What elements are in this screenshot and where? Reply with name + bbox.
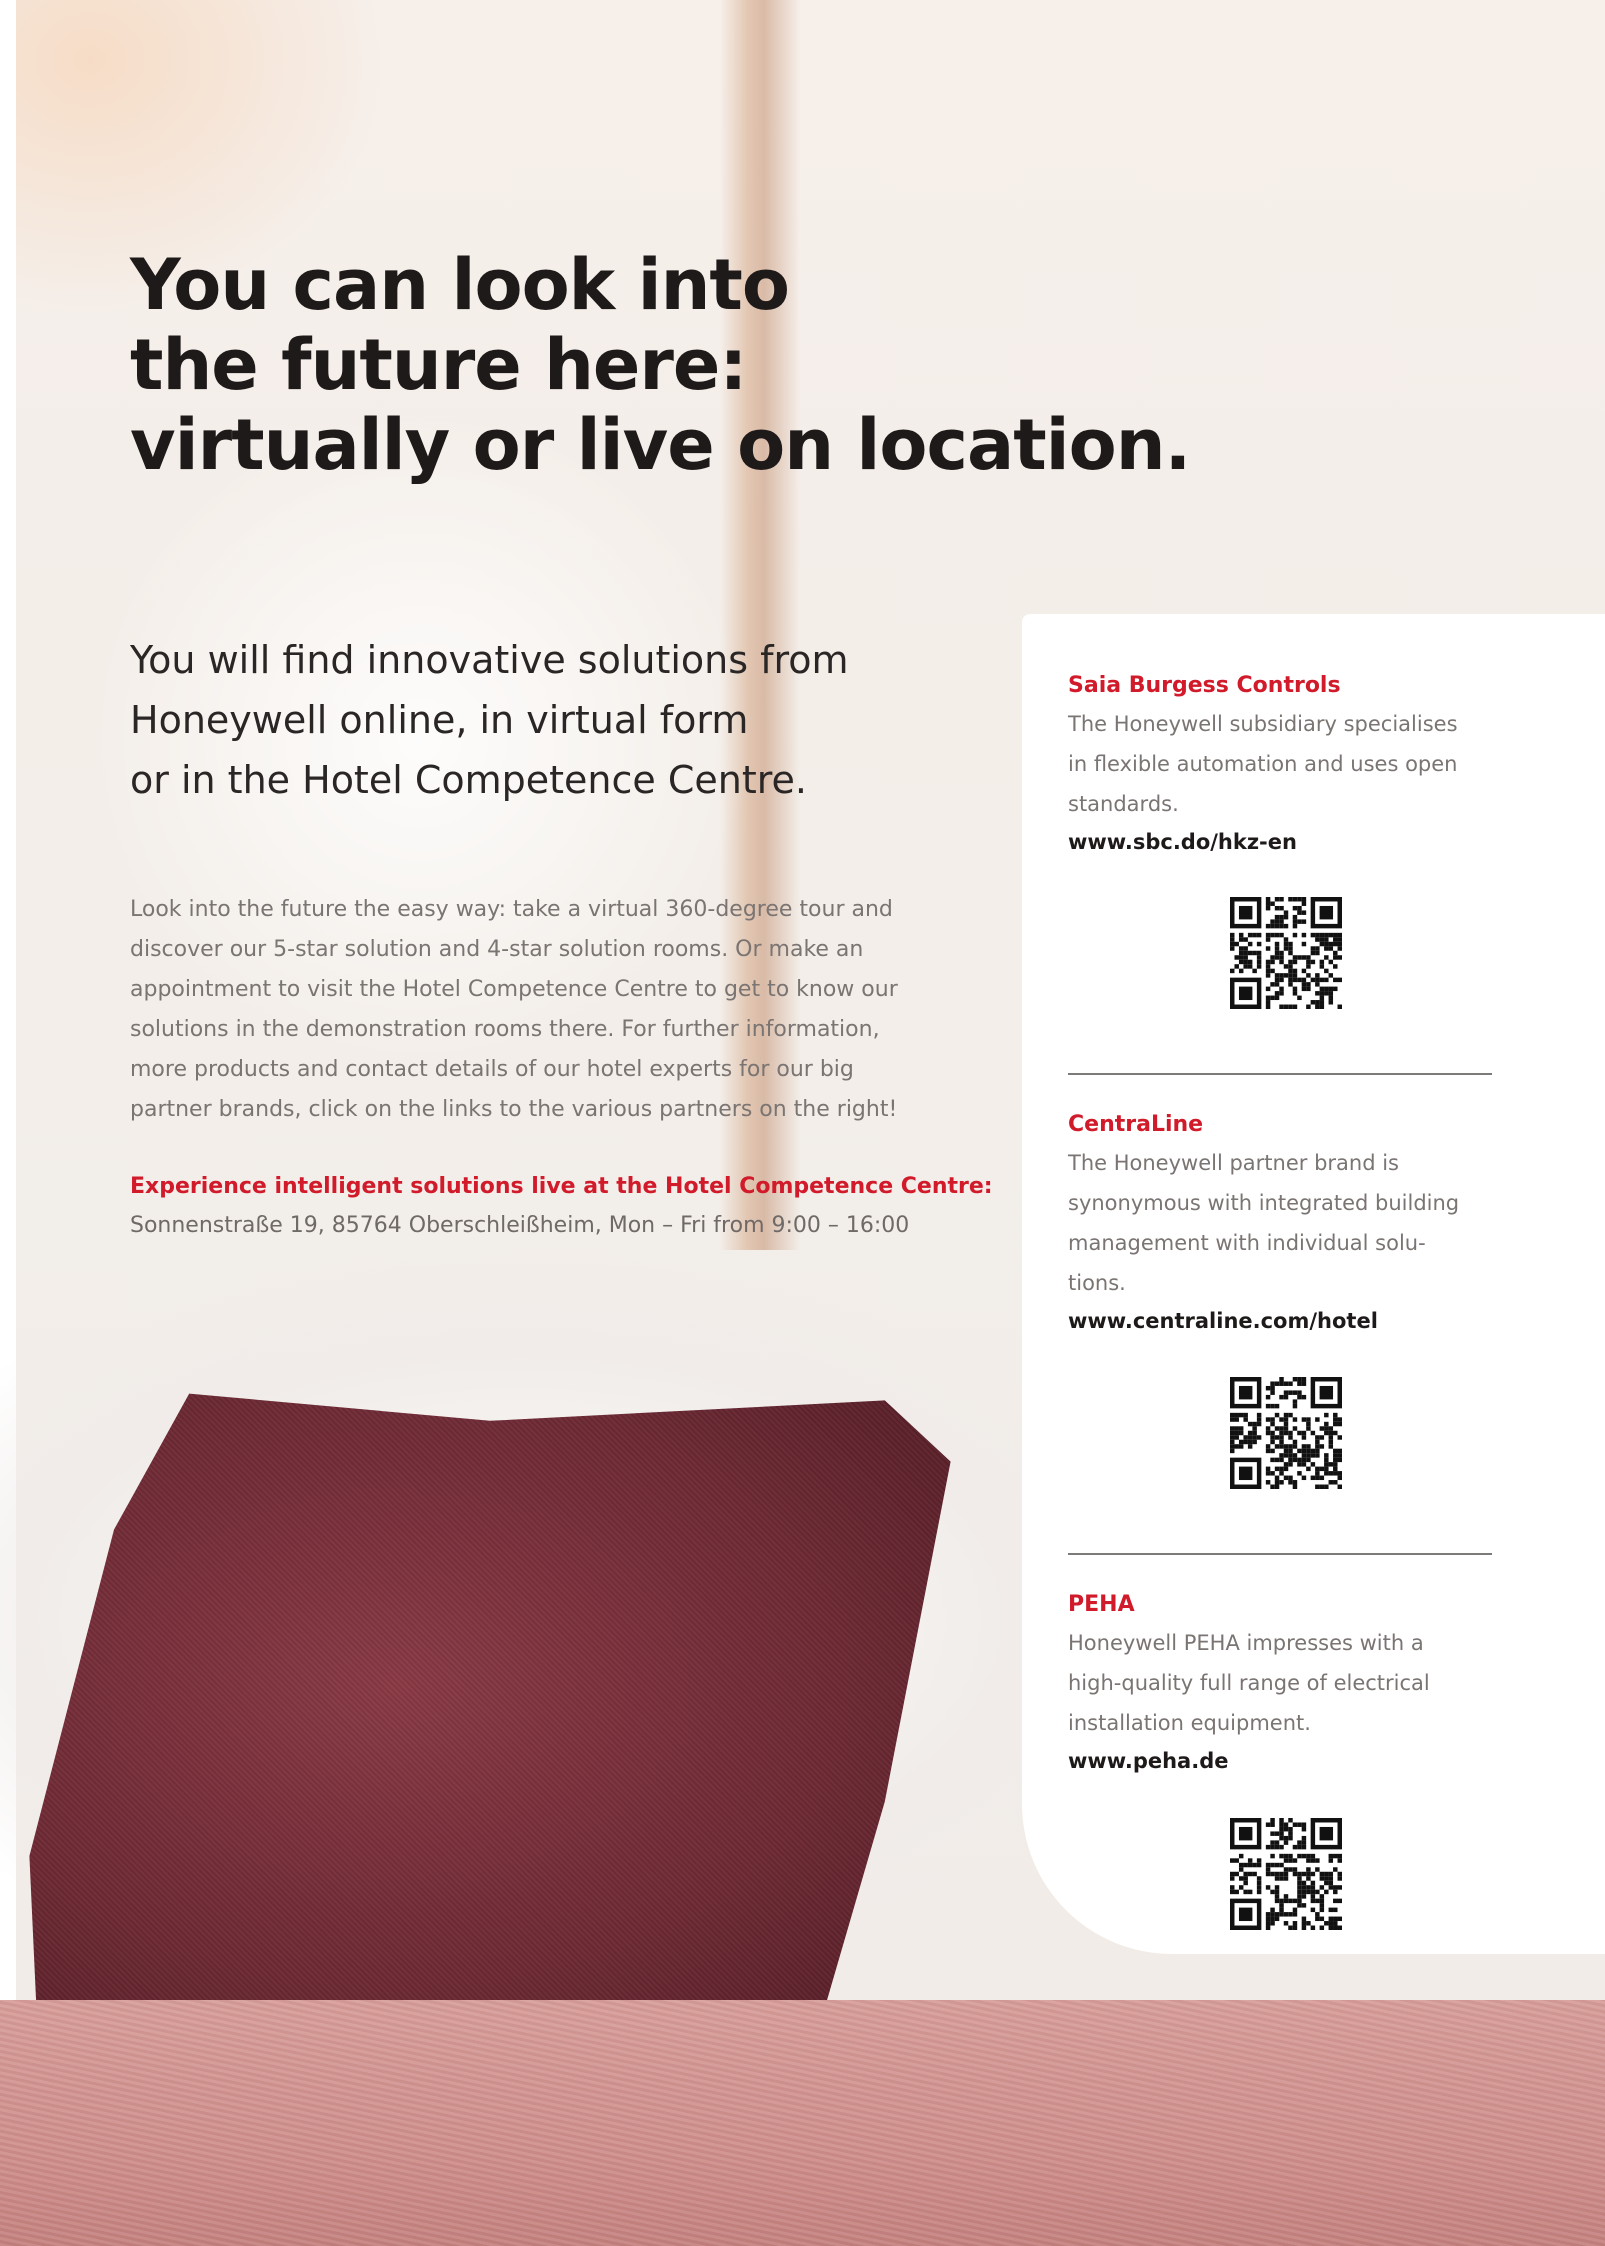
partner-link[interactable]: www.centraline.com/hotel bbox=[1068, 1303, 1508, 1339]
title-line: You can look into bbox=[130, 244, 790, 326]
qr-code-icon[interactable] bbox=[1230, 897, 1342, 1009]
description-line: tions. bbox=[1068, 1271, 1126, 1295]
description-line: The Honeywell subsidiary specialises bbox=[1068, 712, 1458, 736]
partner-name: PEHA bbox=[1068, 1592, 1135, 1617]
description-line: The Honeywell partner brand is bbox=[1068, 1151, 1399, 1175]
partner-name: Saia Burgess Controls bbox=[1068, 673, 1341, 698]
subtitle-line: or in the Hotel Competence Centre. bbox=[130, 758, 808, 802]
partner-saia-burgess-controls: Saia Burgess Controls The Honeywell subs… bbox=[1068, 668, 1508, 860]
partner-description: The Honeywell partner brand is synonymou… bbox=[1068, 1143, 1508, 1303]
partner-peha: PEHA Honeywell PEHA impresses with a hig… bbox=[1068, 1587, 1508, 1779]
subtitle-line: You will find innovative solutions from bbox=[130, 638, 849, 682]
paragraph-line: more products and contact details of our… bbox=[130, 1057, 854, 1082]
page-background: You can look into the future here: virtu… bbox=[0, 0, 1605, 2246]
title-line: virtually or live on location. bbox=[130, 404, 1191, 486]
competence-centre-address: Sonnenstraße 19, 85764 Oberschleißheim, … bbox=[130, 1213, 910, 1238]
intro-paragraph: Look into the future the easy way: take … bbox=[130, 890, 960, 1130]
partner-name: CentraLine bbox=[1068, 1112, 1204, 1137]
partner-link[interactable]: www.sbc.do/hkz-en bbox=[1068, 824, 1508, 860]
partner-description: The Honeywell subsidiary specialises in … bbox=[1068, 704, 1508, 824]
partner-description: Honeywell PEHA impresses with a high-qua… bbox=[1068, 1623, 1508, 1743]
description-line: management with individual solu- bbox=[1068, 1231, 1426, 1255]
description-line: synonymous with integrated building bbox=[1068, 1191, 1460, 1215]
partner-link[interactable]: www.peha.de bbox=[1068, 1743, 1508, 1779]
description-line: high-quality full range of electrical bbox=[1068, 1671, 1430, 1695]
qr-code-icon[interactable] bbox=[1230, 1818, 1342, 1930]
description-line: installation equipment. bbox=[1068, 1711, 1311, 1735]
page-title: You can look into the future here: virtu… bbox=[130, 244, 1191, 486]
partner-centraline: CentraLine The Honeywell partner brand i… bbox=[1068, 1107, 1508, 1339]
title-line: the future here: bbox=[130, 324, 747, 406]
qr-code-icon[interactable] bbox=[1230, 1377, 1342, 1489]
subtitle-line: Honeywell online, in virtual form bbox=[130, 698, 749, 742]
paragraph-line: partner brands, click on the links to th… bbox=[130, 1097, 898, 1122]
description-line: Honeywell PEHA impresses with a bbox=[1068, 1631, 1424, 1655]
paragraph-line: Look into the future the easy way: take … bbox=[130, 897, 893, 922]
burgundy-pillow-image bbox=[29, 1393, 951, 2060]
paragraph-line: appointment to visit the Hotel Competenc… bbox=[130, 977, 898, 1002]
paragraph-line: solutions in the demonstration rooms the… bbox=[130, 1017, 880, 1042]
description-line: in flexible automation and uses open bbox=[1068, 752, 1458, 776]
section-divider bbox=[1068, 1553, 1492, 1555]
description-line: standards. bbox=[1068, 792, 1179, 816]
section-divider bbox=[1068, 1073, 1492, 1075]
experience-heading: Experience intelligent solutions live at… bbox=[130, 1174, 993, 1199]
pink-blanket-image bbox=[0, 2000, 1605, 2246]
page-subtitle: You will find innovative solutions from … bbox=[130, 630, 849, 810]
paragraph-line: discover our 5-star solution and 4-star … bbox=[130, 937, 864, 962]
